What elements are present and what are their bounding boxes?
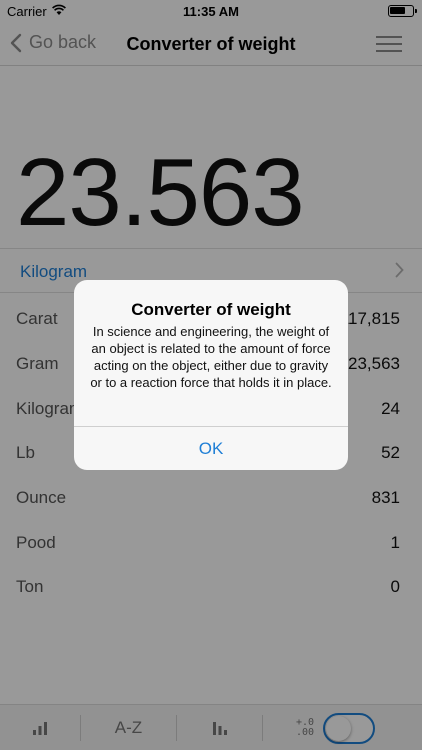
- alert-message: In science and engineering, the weight o…: [90, 324, 332, 390]
- info-alert-dialog: Converter of weight In science and engin…: [74, 280, 348, 470]
- ok-button[interactable]: OK: [74, 427, 348, 470]
- alert-title: Converter of weight: [131, 300, 291, 319]
